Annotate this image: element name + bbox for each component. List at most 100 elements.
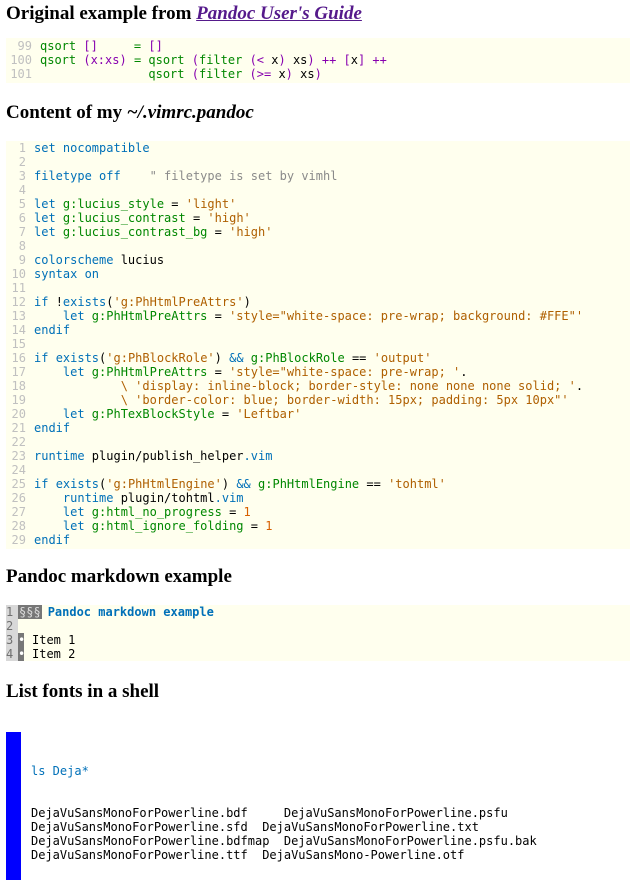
line-number: 2 <box>18 155 26 169</box>
code-token: == <box>359 477 389 491</box>
line-number: 15 <box>11 337 26 351</box>
shell-output-line: DejaVuSansMonoForPowerline.ttf DejaVuSan… <box>31 848 465 862</box>
code-token: (>= <box>249 67 279 81</box>
code-line: 21 endif <box>6 421 630 435</box>
code-token: x <box>278 67 286 81</box>
code-token: " filetype is set by vimhl <box>120 169 338 183</box>
code-token: runtime <box>34 491 121 505</box>
code-token: 'style="white-space: pre-wrap; ' <box>229 365 461 379</box>
line-number: 1 <box>6 605 18 619</box>
line-number: 6 <box>18 211 26 225</box>
code-token: qsort <box>40 39 84 53</box>
code-token: ) <box>278 53 293 67</box>
code-token: plugin/tohtml <box>120 491 215 505</box>
code-line: 100 qsort (x:xs) = qsort (filter (< x) xs… <box>6 53 630 67</box>
list-item: Item 2 <box>32 647 76 661</box>
code-token: g:PhHtmlPreAttrs <box>91 365 208 379</box>
line-number: 4 <box>18 183 26 197</box>
code-token: && <box>229 351 244 365</box>
haskell-code-block: 99 qsort [] = [] 100 qsort (x:xs) = qsort (… <box>6 38 630 83</box>
line-number: 28 <box>11 519 26 533</box>
code-token: let <box>34 225 63 239</box>
code-token: endif <box>34 421 71 435</box>
code-token: 'high' <box>229 225 273 239</box>
code-token: 1 <box>265 519 273 533</box>
title-prefix: Original example from <box>6 3 197 24</box>
section-title-vimrc: Content of my ~/.vimrc.pandoc <box>0 102 254 124</box>
code-line: 22 <box>6 435 630 449</box>
code-token: = <box>214 407 237 421</box>
code-token: = <box>164 197 186 211</box>
shell-output-block: ls Deja* DejaVuSansMonoForPowerline.bdf … <box>6 732 630 880</box>
line-number: 4 <box>6 647 18 661</box>
code-line: 12 if !exists('g:PhHtmlPreAttrs') <box>6 295 630 309</box>
code-token: \ <box>34 379 136 393</box>
line-number: 14 <box>11 323 26 337</box>
code-token: 'g:PhBlockRole' <box>106 351 215 365</box>
shell-output: DejaVuSansMonoForPowerline.bdf DejaVuSan… <box>31 806 620 862</box>
code-line: 101 qsort (filter (>= x) xs) <box>6 67 630 81</box>
section-title-list-fonts: List fonts in a shell <box>6 681 160 702</box>
code-line: 5 let g:lucius_style = 'light' <box>6 197 630 211</box>
code-line: 28 let g:html_ignore_folding = 1 <box>6 519 630 533</box>
code-token: == <box>344 351 374 365</box>
line-number: 1 <box>18 141 26 155</box>
pandoc-guide-link[interactable]: Pandoc User's Guide <box>196 3 362 24</box>
code-line: 1 set nocompatible <box>6 141 630 155</box>
code-token: g:PhTexBlockStyle <box>91 407 215 421</box>
code-line: 26 runtime plugin/tohtml.vim <box>6 491 630 505</box>
code-token: = <box>207 365 230 379</box>
code-line: 27 let g:html_no_progress = 1 <box>6 505 630 519</box>
markdown-line: 2 <box>6 619 630 633</box>
code-token: xs <box>300 67 315 81</box>
code-token: syntax on <box>34 267 100 281</box>
code-line: 23 runtime plugin/publish_helper.vim <box>6 449 630 463</box>
code-token: 'high' <box>207 211 251 225</box>
bullet-marker: • <box>18 647 26 661</box>
line-number: 13 <box>11 309 26 323</box>
markdown-code-block: 1 §§§ Pandoc markdown example 2 3 • Item 1 4 • It… <box>6 605 630 661</box>
code-token: if <box>34 477 56 491</box>
code-line: 16 if exists('g:PhBlockRole') && g:PhBloc… <box>6 351 630 365</box>
code-token: ( <box>191 67 199 81</box>
code-line: 20 let g:PhTexBlockStyle = 'Leftbar' <box>6 407 630 421</box>
code-token: set nocompatible <box>34 141 150 155</box>
code-line: 3 filetype off " filetype is set by vimhl <box>6 169 630 183</box>
code-line: 11 <box>6 281 630 295</box>
code-token: g:html_ignore_folding <box>91 519 244 533</box>
title-prefix: Content of my <box>6 102 127 123</box>
code-line: 25 if exists('g:PhHtmlEngine') && g:PhHtm… <box>6 477 630 491</box>
line-number: 3 <box>18 169 26 183</box>
code-token: filter <box>198 53 250 67</box>
code-token: g:lucius_style <box>62 197 165 211</box>
code-token: let <box>34 197 63 211</box>
line-number: 5 <box>18 197 26 211</box>
code-line: 13 let g:PhHtmlPreAttrs = 'style="white-… <box>6 309 630 323</box>
code-token: . <box>575 379 584 393</box>
code-line: 10 syntax on <box>6 267 630 281</box>
code-line: 24 <box>6 463 630 477</box>
code-token: 'display: inline-block; border-style: no… <box>135 379 576 393</box>
line-number: 23 <box>11 449 26 463</box>
markdown-line: 3 • Item 1 <box>6 633 630 647</box>
code-line: 2 <box>6 155 630 169</box>
vimrc-filename: ~/.vimrc.pandoc <box>126 102 254 123</box>
section-title-markdown-example: Pandoc markdown example <box>6 566 232 587</box>
code-line: 9 colorscheme lucius <box>6 253 630 267</box>
code-token: exists <box>55 351 100 365</box>
shell-output-line: DejaVuSansMonoForPowerline.sfd DejaVuSan… <box>31 820 479 834</box>
code-token: .vim <box>214 491 244 505</box>
code-token: 'tohtml' <box>388 477 446 491</box>
code-token: colorscheme <box>34 253 121 267</box>
line-number: 101 <box>10 67 32 81</box>
line-number: 11 <box>11 281 26 295</box>
line-number: 10 <box>11 267 26 281</box>
code-token: exists <box>55 477 100 491</box>
line-number: 25 <box>11 477 26 491</box>
code-token: runtime <box>34 449 92 463</box>
code-token: = <box>207 225 230 239</box>
line-number: 29 <box>11 533 26 547</box>
code-line: 99 qsort [] = [] <box>6 39 630 53</box>
code-token: g:lucius_contrast_bg <box>62 225 208 239</box>
code-token: ) <box>214 351 230 365</box>
